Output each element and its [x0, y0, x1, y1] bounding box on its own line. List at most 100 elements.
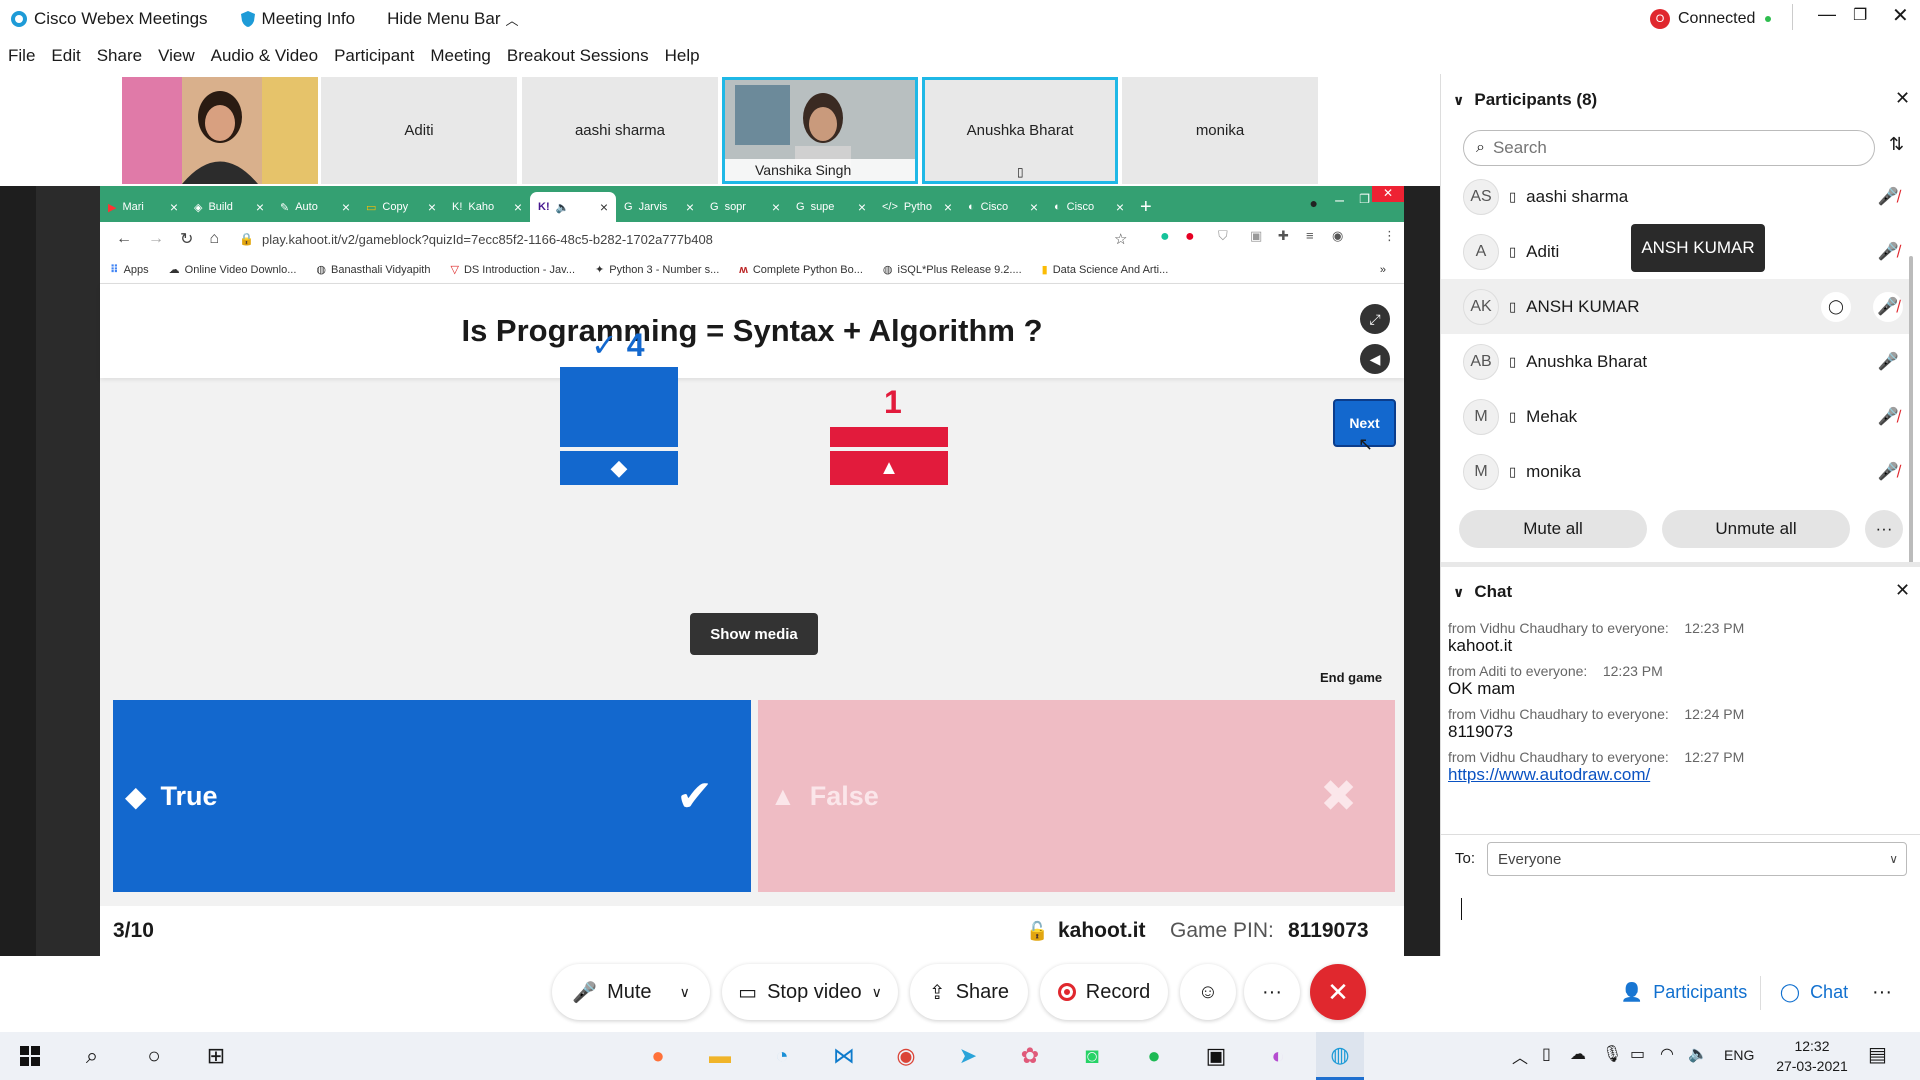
menu-participant[interactable]: Participant: [334, 46, 414, 66]
close-icon[interactable]: ✕: [1372, 186, 1404, 202]
star-icon[interactable]: ☆: [1114, 230, 1127, 248]
browser-tab[interactable]: ▭ Copy ×: [358, 192, 444, 222]
mic-icon[interactable]: 🎤: [1878, 352, 1899, 372]
reactions-button[interactable]: ☺: [1180, 964, 1236, 1020]
recipient-select[interactable]: Everyone ∨: [1487, 842, 1907, 876]
search-input[interactable]: [1492, 138, 1833, 158]
browser-tab[interactable]: ✎ Auto ×: [272, 192, 358, 222]
volume-icon[interactable]: 🔈: [1688, 1044, 1708, 1064]
browser-tab[interactable]: K! Kaho ×: [444, 192, 530, 222]
whatsapp-icon[interactable]: ◙: [1068, 1032, 1116, 1080]
browser-tab[interactable]: G Jarvis ×: [616, 192, 702, 222]
mic-icon[interactable]: 🎙: [1602, 1044, 1622, 1064]
meeting-info-button[interactable]: Meeting Info: [240, 9, 355, 29]
reload-icon[interactable]: ↻: [180, 229, 193, 249]
new-tab-button[interactable]: +: [1132, 192, 1172, 222]
bookmark-item[interactable]: ☁ Online Video Downlo...: [169, 263, 297, 277]
minimize-icon[interactable]: –: [1335, 192, 1344, 210]
kebab-menu-icon[interactable]: ⋮: [1383, 228, 1396, 244]
url-field[interactable]: play.kahoot.it/v2/gameblock?quizId=7ecc8…: [262, 232, 713, 247]
volume-icon[interactable]: ◀: [1360, 344, 1390, 374]
bookmark-item[interactable]: ▮ Data Science And Arti...: [1042, 263, 1169, 277]
unmute-all-button[interactable]: Unmute all: [1662, 510, 1850, 548]
app-icon[interactable]: ◐: [1254, 1032, 1302, 1080]
hide-menu-bar-button[interactable]: Hide Menu Bar ︿: [387, 9, 518, 29]
video-tile-anushka[interactable]: Anushka Bharat ▯: [922, 77, 1118, 184]
close-icon[interactable]: ×: [1030, 199, 1038, 215]
cortana-icon[interactable]: ○: [130, 1032, 178, 1080]
browser-tab[interactable]: ◐ Cisco ×: [1046, 192, 1132, 222]
vscode-icon[interactable]: ⋈: [820, 1032, 868, 1080]
minimize-icon[interactable]: —: [1818, 4, 1836, 25]
participant-row[interactable]: AK ▯ ANSH KUMAR ◯ 🎤̸: [1441, 279, 1911, 334]
more-icon[interactable]: ···: [1865, 510, 1903, 548]
back-icon[interactable]: ←: [116, 230, 132, 248]
shield-icon[interactable]: ⛉: [1218, 228, 1228, 244]
browser-tab[interactable]: ▶ Mari ×: [100, 192, 186, 222]
restore-icon[interactable]: ❐: [1359, 192, 1370, 206]
chevron-down-icon[interactable]: ∨: [872, 984, 882, 1001]
video-tile-aashi[interactable]: aashi sharma: [522, 77, 718, 184]
chat-input[interactable]: [1461, 892, 1901, 942]
close-icon[interactable]: ×: [1116, 199, 1124, 215]
browser-tab[interactable]: ◐ Cisco ×: [960, 192, 1046, 222]
chat-link[interactable]: https://www.autodraw.com/: [1448, 765, 1908, 785]
participant-row[interactable]: M ▯ monika 🎤̸: [1441, 444, 1911, 499]
chevron-down-icon[interactable]: ∨: [1453, 584, 1464, 601]
participant-row[interactable]: M ▯ Mehak 🎤̸: [1441, 389, 1911, 444]
browser-tab[interactable]: ◈ Build ×: [186, 192, 272, 222]
bookmark-item[interactable]: ◍ iSQL*Plus Release 9.2....: [883, 263, 1022, 277]
file-explorer-icon[interactable]: ▬: [696, 1032, 744, 1080]
fullscreen-icon[interactable]: ⤢: [1360, 304, 1390, 334]
chevron-down-icon[interactable]: ∨: [680, 984, 690, 1001]
cloud-icon[interactable]: ☁: [1570, 1044, 1586, 1064]
bookmark-apps[interactable]: ⠿ Apps: [110, 263, 149, 277]
close-icon[interactable]: ×: [170, 199, 178, 215]
mute-all-button[interactable]: Mute all: [1459, 510, 1647, 548]
panel-more-button[interactable]: ···: [1862, 964, 1902, 1020]
scrollbar[interactable]: [1909, 256, 1913, 566]
firefox-icon[interactable]: ●: [634, 1032, 682, 1080]
mic-muted-icon[interactable]: 🎤̸: [1878, 242, 1899, 262]
chrome-icon[interactable]: ◉: [882, 1032, 930, 1080]
extension-icon[interactable]: ▣: [1250, 228, 1262, 244]
telegram-icon[interactable]: ➤: [944, 1032, 992, 1080]
video-tile-vanshika[interactable]: Vanshika Singh: [722, 77, 918, 184]
participant-row[interactable]: AB ▯ Anushka Bharat 🎤: [1441, 334, 1911, 389]
sort-icon[interactable]: ⇅: [1889, 134, 1904, 155]
profile-dot-icon[interactable]: ●: [1310, 195, 1318, 211]
menu-view[interactable]: View: [158, 46, 195, 66]
clock[interactable]: 12:32 27-03-2021: [1770, 1036, 1854, 1076]
end-game-link[interactable]: End game: [1320, 670, 1382, 685]
menu-breakout[interactable]: Breakout Sessions: [507, 46, 649, 66]
close-icon[interactable]: ×: [858, 199, 866, 215]
browser-tab[interactable]: Gsopr ×: [702, 192, 788, 222]
browser-tab[interactable]: Gsupe ×: [788, 192, 874, 222]
close-icon[interactable]: ✕: [1895, 580, 1910, 601]
menu-help[interactable]: Help: [665, 46, 700, 66]
windows-start-icon[interactable]: [6, 1032, 54, 1080]
browser-tab-active[interactable]: K! 🔈 ×: [530, 192, 616, 222]
menu-share[interactable]: Share: [97, 46, 142, 66]
pinterest-icon[interactable]: ●: [1185, 228, 1195, 246]
mic-muted-icon[interactable]: 🎤̸: [1878, 187, 1899, 207]
show-media-button[interactable]: Show media: [690, 613, 818, 655]
stop-video-button[interactable]: ▭ Stop video ∨: [722, 964, 898, 1020]
participants-panel-button[interactable]: 👤 Participants: [1616, 964, 1752, 1020]
close-icon[interactable]: ×: [514, 199, 522, 215]
close-icon[interactable]: ×: [600, 199, 608, 215]
menu-audio-video[interactable]: Audio & Video: [211, 46, 318, 66]
chat-bubble-icon[interactable]: ◯: [1821, 291, 1851, 322]
device-icon[interactable]: ▯: [1542, 1044, 1551, 1064]
menu-file[interactable]: File: [8, 46, 35, 66]
close-icon[interactable]: ✕: [1895, 88, 1910, 109]
close-icon[interactable]: ×: [686, 199, 694, 215]
mic-muted-icon[interactable]: 🎤̸: [1873, 291, 1903, 322]
browser-tab[interactable]: </> Pytho ×: [874, 192, 960, 222]
wifi-icon[interactable]: ◠: [1660, 1044, 1674, 1064]
participant-search[interactable]: ⌕: [1463, 130, 1875, 166]
more-options-button[interactable]: ···: [1244, 964, 1300, 1020]
search-icon[interactable]: ⌕: [68, 1032, 116, 1080]
chevron-down-icon[interactable]: ∨: [1453, 92, 1464, 109]
media-icon[interactable]: ≡: [1306, 228, 1314, 243]
